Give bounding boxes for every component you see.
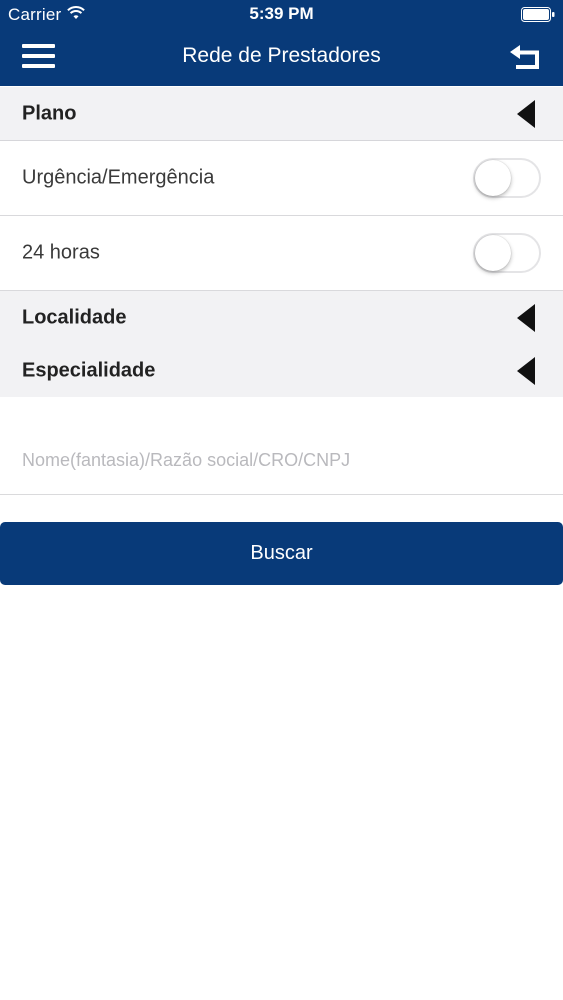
status-bar: Carrier 5:39 PM [0,0,563,30]
urgencia-switch[interactable] [473,158,541,198]
status-time: 5:39 PM [249,4,314,23]
urgencia-label: Urgência/Emergência [22,166,215,189]
caret-left-icon [517,356,535,385]
toggle-row-24-horas: 24 horas [0,216,563,291]
switch-knob [475,235,511,271]
battery-icon [521,7,555,22]
section-localidade[interactable]: Localidade [0,291,563,345]
caret-left-icon [517,99,535,128]
search-field-container [0,397,563,495]
section-especialidade[interactable]: Especialidade [0,344,563,398]
switch-knob [475,160,511,196]
screen: Carrier 5:39 PM Rede de Prestadores Plan… [0,0,563,1000]
app-header: Carrier 5:39 PM Rede de Prestadores [0,0,563,86]
return-arrow-icon[interactable] [508,42,542,70]
page-title: Rede de Prestadores [182,44,381,67]
section-especialidade-label: Especialidade [22,359,156,381]
section-plano-label: Plano [22,102,77,124]
search-input[interactable] [22,445,542,475]
buscar-button[interactable]: Buscar [0,522,563,585]
caret-left-icon [517,303,535,332]
24-horas-switch[interactable] [473,233,541,273]
nav-bar: Rede de Prestadores [0,30,563,86]
24-horas-label: 24 horas [22,241,100,264]
section-plano[interactable]: Plano [0,87,563,141]
section-localidade-label: Localidade [22,306,127,328]
toggle-row-urgencia: Urgência/Emergência [0,141,563,216]
